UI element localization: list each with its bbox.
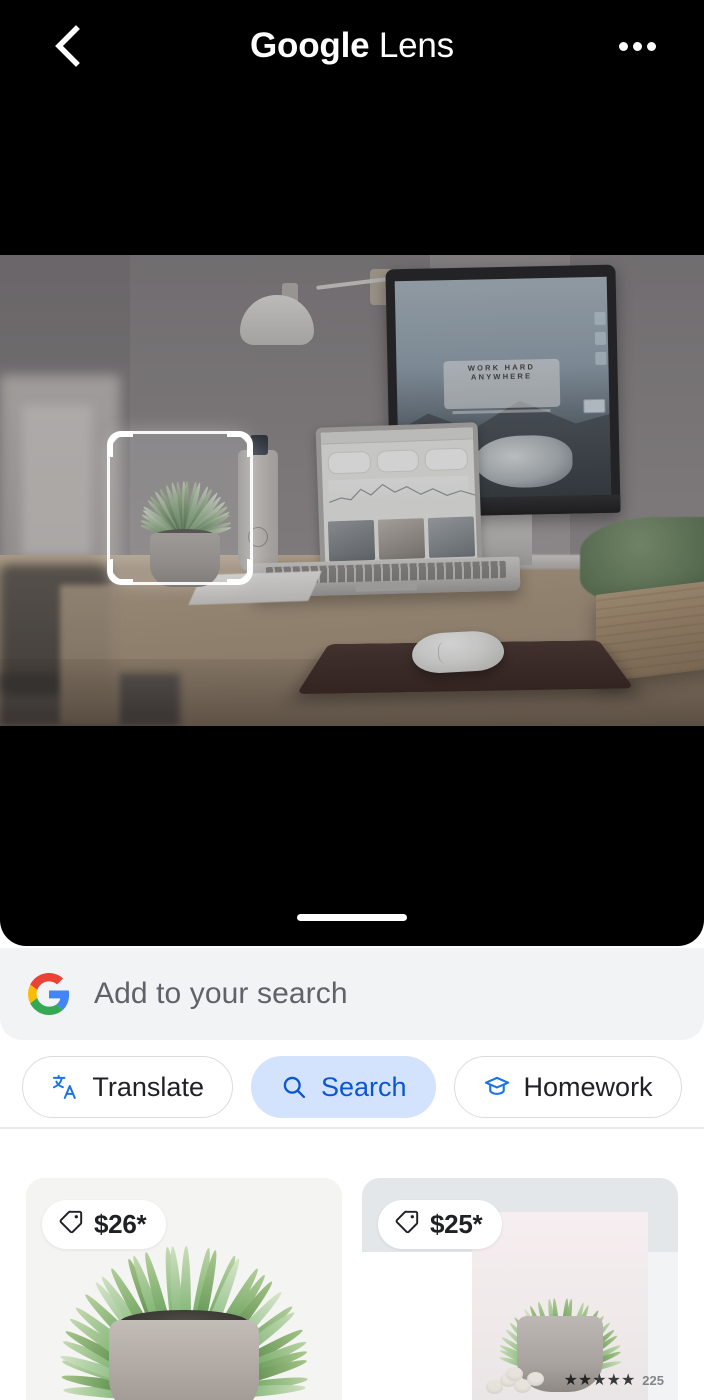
- google-g-logo: [28, 973, 70, 1015]
- back-chevron-icon[interactable]: [46, 25, 88, 67]
- target-plant-leaves: [0, 255, 704, 726]
- image-viewer-panel: Google Lens WORK HARD ANYWHERE: [0, 0, 704, 946]
- product-pebbles: [486, 1370, 556, 1394]
- translate-icon: [51, 1073, 79, 1101]
- price-label: $26*: [94, 1209, 146, 1240]
- section-divider: [0, 1127, 704, 1129]
- selection-handle-bottom-right[interactable]: [227, 559, 253, 585]
- price-badge: $26*: [42, 1200, 166, 1249]
- menu-dot: [633, 42, 642, 51]
- result-card[interactable]: $26*: [26, 1178, 342, 1400]
- selection-handle-bottom-left[interactable]: [107, 559, 133, 585]
- title-google: Google: [250, 26, 369, 65]
- menu-dot: [619, 42, 628, 51]
- price-tag-icon: [58, 1209, 84, 1240]
- price-badge: $25*: [378, 1200, 502, 1249]
- photo-scene: WORK HARD ANYWHERE: [0, 255, 704, 726]
- captured-photo[interactable]: WORK HARD ANYWHERE: [0, 255, 704, 726]
- add-to-search-bar[interactable]: Add to your search: [0, 948, 704, 1040]
- lens-selection-frame[interactable]: [110, 434, 250, 582]
- review-count: 225: [642, 1373, 664, 1388]
- overflow-menu-icon[interactable]: [616, 25, 658, 67]
- chip-translate[interactable]: Translate: [22, 1056, 233, 1118]
- chip-homework[interactable]: Homework: [454, 1056, 682, 1118]
- selection-handle-top-right[interactable]: [227, 431, 253, 457]
- price-label: $25*: [430, 1209, 482, 1240]
- mode-chip-row: Translate Search Homework: [0, 1048, 704, 1126]
- product-pot: [109, 1320, 259, 1400]
- chip-search[interactable]: Search: [251, 1056, 436, 1118]
- graduation-cap-icon: [483, 1073, 511, 1101]
- visual-matches-list[interactable]: $26* $25* ★★★★★ 225: [0, 1178, 704, 1400]
- search-icon: [280, 1073, 308, 1101]
- result-card[interactable]: $25* ★★★★★ 225: [362, 1178, 678, 1400]
- star-rating-icon: ★★★★★: [564, 1370, 636, 1390]
- selection-handle-top-left[interactable]: [107, 431, 133, 457]
- chip-label: Search: [321, 1072, 407, 1103]
- price-tag-icon: [394, 1209, 420, 1240]
- page-title: Google Lens: [250, 26, 454, 66]
- top-app-bar: Google Lens: [0, 0, 704, 92]
- search-input[interactable]: Add to your search: [94, 977, 348, 1011]
- chip-label: Translate: [92, 1072, 204, 1103]
- google-lens-screen: Google Lens WORK HARD ANYWHERE Add to yo…: [0, 0, 704, 1400]
- chip-label: Homework: [524, 1072, 653, 1103]
- title-lens: Lens: [369, 26, 454, 65]
- sheet-drag-handle[interactable]: [297, 914, 407, 921]
- menu-dot: [647, 42, 656, 51]
- rating-row: ★★★★★ 225: [564, 1370, 664, 1390]
